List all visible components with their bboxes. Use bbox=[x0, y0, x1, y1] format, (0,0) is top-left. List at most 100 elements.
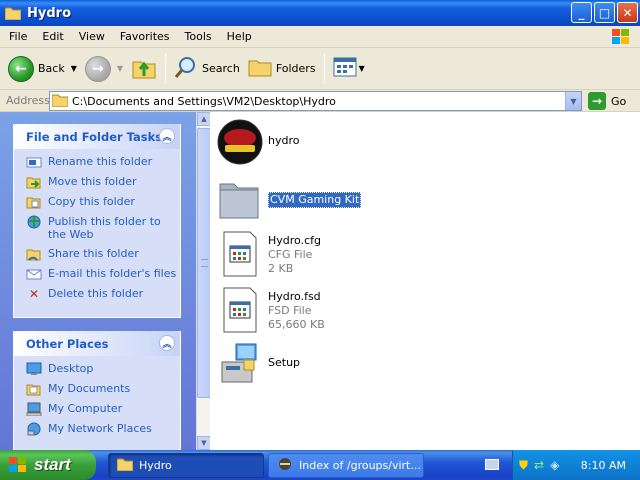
place-my-computer[interactable]: My Computer bbox=[26, 402, 180, 416]
clock[interactable]: 8:10 AM bbox=[581, 459, 626, 472]
place-my-documents[interactable]: My Documents bbox=[26, 382, 180, 396]
file-name: CVM Gaming Kit bbox=[268, 192, 362, 208]
panel-header[interactable]: Other Places ︽ bbox=[14, 331, 180, 356]
system-tray: ⛊ ⇄ ◈ 8:10 AM bbox=[512, 450, 640, 480]
views-button[interactable]: ▼ bbox=[329, 53, 369, 85]
folder-up-icon bbox=[131, 54, 157, 83]
scroll-down-icon[interactable]: ▼ bbox=[197, 436, 211, 450]
folder-icon bbox=[4, 6, 22, 21]
back-button[interactable]: ← Back ▼ bbox=[4, 53, 81, 85]
folders-button[interactable]: Folders bbox=[244, 53, 320, 85]
go-arrow-icon: → bbox=[588, 92, 606, 110]
menu-edit[interactable]: Edit bbox=[36, 30, 69, 43]
file-type: FSD File bbox=[268, 304, 312, 317]
task-label: Share this folder bbox=[48, 247, 139, 260]
menu-view[interactable]: View bbox=[73, 30, 111, 43]
views-icon bbox=[333, 56, 357, 81]
forward-button[interactable]: → ▼ bbox=[81, 53, 127, 85]
task-label: Publish this folder to the Web bbox=[48, 215, 161, 241]
file-item-hydro[interactable]: hydro bbox=[216, 118, 299, 166]
up-button[interactable] bbox=[127, 53, 161, 85]
forward-arrow-icon: → bbox=[84, 55, 111, 82]
title-bar[interactable]: Hydro _ □ ✕ bbox=[0, 0, 640, 26]
minimize-button[interactable]: _ bbox=[571, 2, 592, 23]
folder-icon bbox=[116, 457, 134, 474]
search-icon bbox=[174, 55, 198, 82]
task-email-files[interactable]: E-mail this folder's files bbox=[26, 267, 180, 281]
file-size: 65,660 KB bbox=[268, 318, 325, 331]
toolbar: ← Back ▼ → ▼ Search Folders ▼ bbox=[0, 48, 640, 90]
folder-icon bbox=[51, 93, 69, 110]
start-button[interactable]: start bbox=[0, 450, 96, 480]
toolbar-separator bbox=[323, 53, 325, 84]
back-label: Back bbox=[38, 62, 65, 75]
publish-web-icon bbox=[26, 215, 42, 229]
file-item-hydro-cfg[interactable]: Hydro.cfg CFG File 2 KB bbox=[216, 230, 321, 278]
task-delete-folder[interactable]: ✕ Delete this folder bbox=[26, 287, 180, 301]
collapse-icon[interactable]: ︽ bbox=[159, 128, 175, 144]
place-label: Desktop bbox=[48, 362, 94, 375]
windows-logo-icon bbox=[8, 456, 28, 474]
setup-icon bbox=[216, 340, 264, 388]
keyboard-icon[interactable] bbox=[485, 459, 499, 470]
taskbar-item-browser[interactable]: Index of /groups/virt... bbox=[268, 453, 424, 478]
chevron-down-icon[interactable]: ▼ bbox=[71, 64, 77, 73]
hydro-thunder-icon bbox=[216, 118, 264, 166]
toolbar-separator bbox=[165, 53, 167, 84]
folders-icon bbox=[248, 56, 272, 81]
menu-favorites[interactable]: Favorites bbox=[114, 30, 176, 43]
place-label: My Computer bbox=[48, 402, 123, 415]
documents-icon bbox=[26, 382, 42, 396]
address-input[interactable]: C:\Documents and Settings\VM2\Desktop\Hy… bbox=[49, 91, 582, 111]
menu-help[interactable]: Help bbox=[221, 30, 258, 43]
menu-file[interactable]: File bbox=[3, 30, 33, 43]
search-button[interactable]: Search bbox=[170, 53, 244, 85]
file-size: 2 KB bbox=[268, 262, 294, 275]
chevron-down-icon[interactable]: ▼ bbox=[117, 64, 123, 73]
collapse-icon[interactable]: ︽ bbox=[159, 335, 175, 351]
move-icon bbox=[26, 175, 42, 189]
maximize-button[interactable]: □ bbox=[594, 2, 615, 23]
taskbar-item-hydro[interactable]: Hydro bbox=[108, 453, 264, 478]
task-move-folder[interactable]: Move this folder bbox=[26, 175, 180, 189]
panel-title: Other Places bbox=[26, 336, 109, 351]
delete-icon: ✕ bbox=[28, 286, 40, 301]
security-shield-icon[interactable]: ⛊ bbox=[519, 458, 528, 473]
search-label: Search bbox=[202, 62, 240, 75]
panel-title: File and Folder Tasks bbox=[26, 129, 163, 144]
file-folder-tasks-panel: File and Folder Tasks ︽ Rename this fold… bbox=[13, 124, 181, 318]
place-desktop[interactable]: Desktop bbox=[26, 362, 180, 376]
scroll-thumb[interactable] bbox=[197, 128, 211, 398]
task-label: Copy this folder bbox=[48, 195, 135, 208]
task-pane-scrollbar[interactable]: ▲ ▼ bbox=[196, 112, 211, 450]
task-rename-folder[interactable]: Rename this folder bbox=[26, 155, 180, 169]
task-label: Rename this folder bbox=[48, 155, 153, 168]
close-button[interactable]: ✕ bbox=[617, 2, 638, 23]
file-item-setup[interactable]: Setup bbox=[216, 340, 300, 388]
task-share-folder[interactable]: Share this folder bbox=[26, 247, 180, 261]
network-status-icon[interactable]: ⇄ bbox=[534, 458, 544, 472]
menu-tools[interactable]: Tools bbox=[179, 30, 218, 43]
volume-icon[interactable]: ◈ bbox=[550, 458, 559, 472]
panel-header[interactable]: File and Folder Tasks ︽ bbox=[14, 124, 180, 149]
scroll-up-icon[interactable]: ▲ bbox=[197, 112, 211, 126]
browser-icon bbox=[277, 457, 293, 474]
go-button[interactable]: → Go bbox=[588, 92, 626, 110]
taskbar-item-label: Hydro bbox=[139, 459, 172, 472]
file-type: CFG File bbox=[268, 248, 313, 261]
windows-logo-icon bbox=[610, 28, 632, 46]
email-icon bbox=[26, 267, 42, 281]
computer-icon bbox=[26, 402, 42, 416]
folder-icon bbox=[216, 176, 264, 224]
place-network-places[interactable]: My Network Places bbox=[26, 422, 180, 436]
task-publish-folder[interactable]: Publish this folder to the Web bbox=[26, 215, 180, 241]
chevron-down-icon[interactable]: ▼ bbox=[359, 64, 365, 73]
place-label: My Documents bbox=[48, 382, 131, 395]
task-copy-folder[interactable]: Copy this folder bbox=[26, 195, 180, 209]
chevron-down-icon[interactable]: ▼ bbox=[565, 92, 581, 110]
cfg-file-icon bbox=[216, 230, 264, 278]
place-label: My Network Places bbox=[48, 422, 152, 435]
file-item-hydro-fsd[interactable]: Hydro.fsd FSD File 65,660 KB bbox=[216, 286, 325, 334]
file-item-cvm-gaming-kit[interactable]: CVM Gaming Kit bbox=[216, 176, 362, 224]
fsd-file-icon bbox=[216, 286, 264, 334]
